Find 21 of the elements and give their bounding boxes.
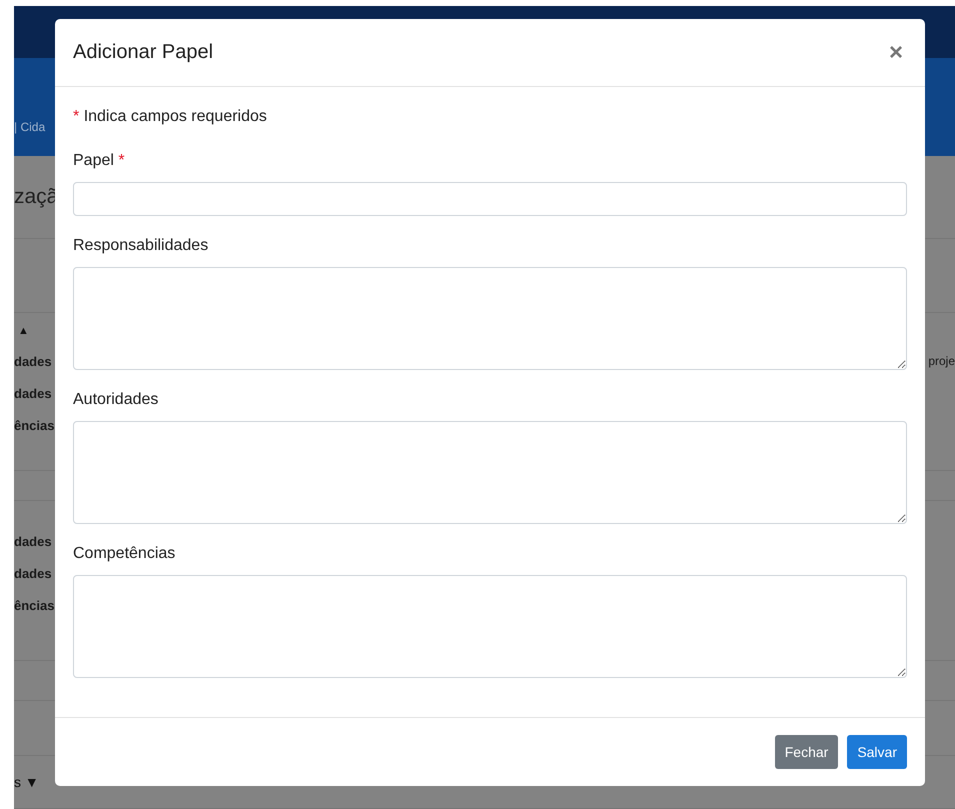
- row-label: dades: [14, 566, 52, 580]
- row-label: ências: [14, 598, 54, 612]
- text-area[interactable]: [73, 267, 907, 370]
- text-area[interactable]: [73, 575, 907, 678]
- field-label: Papel *: [73, 151, 126, 171]
- modal-title: Adicionar Papel: [73, 41, 214, 64]
- breadcrumb-text: | Cida: [14, 120, 46, 134]
- input-field[interactable]: [73, 182, 907, 216]
- field-label: Autoridades: [73, 390, 160, 410]
- field-label: Responsabilidades: [73, 236, 210, 256]
- row-label: ências: [14, 418, 54, 432]
- field-label: Competências: [73, 544, 176, 564]
- row-label: dades: [14, 354, 52, 368]
- row-text: proje: [928, 354, 955, 368]
- close-button[interactable]: Fechar: [774, 735, 838, 769]
- save-button[interactable]: Salvar: [847, 735, 907, 769]
- close-button[interactable]: ×: [884, 40, 907, 64]
- row-label: dades: [14, 386, 52, 400]
- text-area[interactable]: [73, 421, 907, 524]
- row-label: dades: [14, 534, 52, 548]
- required-note: * Indica campos requeridos: [73, 107, 268, 127]
